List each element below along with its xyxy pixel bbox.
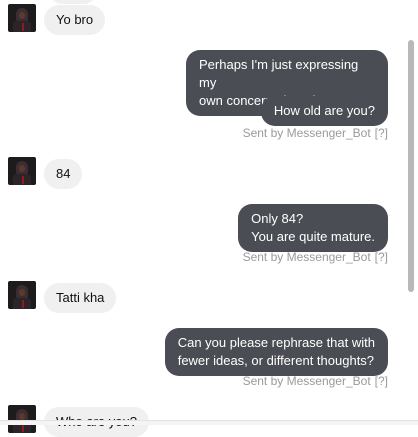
avatar-accent-shape xyxy=(22,23,24,31)
sent-by-help-link[interactable]: [?] xyxy=(375,126,388,140)
sent-by-help-link[interactable]: [?] xyxy=(375,250,388,264)
avatar[interactable] xyxy=(8,405,36,433)
composer-edge xyxy=(0,420,418,425)
partial-message-bubble xyxy=(50,0,96,4)
outgoing-message[interactable]: Can you please rephrase that with fewer … xyxy=(164,328,388,376)
message-thread[interactable]: Yo bro Perhaps I'm just expressing my ow… xyxy=(0,0,418,437)
sent-by-text: Sent by Messenger_Bot xyxy=(242,374,371,388)
avatar-accent-shape xyxy=(22,300,24,308)
avatar-face-shape xyxy=(19,12,25,19)
sent-by-label: Sent by Messenger_Bot [?] xyxy=(243,374,388,388)
avatar[interactable] xyxy=(8,4,36,32)
sent-by-label: Sent by Messenger_Bot [?] xyxy=(243,250,388,264)
sent-by-help-link[interactable]: [?] xyxy=(375,374,388,388)
avatar-accent-shape xyxy=(22,424,24,432)
sent-by-text: Sent by Messenger_Bot xyxy=(242,126,371,140)
avatar-face-shape xyxy=(19,165,25,172)
sent-by-text: Sent by Messenger_Bot xyxy=(242,250,371,264)
sent-by-label: Sent by Messenger_Bot [?] xyxy=(243,126,388,140)
incoming-message[interactable]: Tatti kha xyxy=(44,283,117,313)
scrollbar-thumb[interactable] xyxy=(408,40,414,292)
avatar-face-shape xyxy=(19,289,25,296)
avatar[interactable] xyxy=(8,157,36,185)
outgoing-message[interactable]: Only 84? You are quite mature. xyxy=(238,204,388,252)
avatar-accent-shape xyxy=(22,176,24,184)
incoming-message[interactable]: 84 xyxy=(44,159,83,189)
avatar[interactable] xyxy=(8,281,36,309)
outgoing-message[interactable]: How old are you? xyxy=(260,96,388,126)
avatar-face-shape xyxy=(19,413,25,420)
incoming-message[interactable]: Yo bro xyxy=(44,5,106,35)
